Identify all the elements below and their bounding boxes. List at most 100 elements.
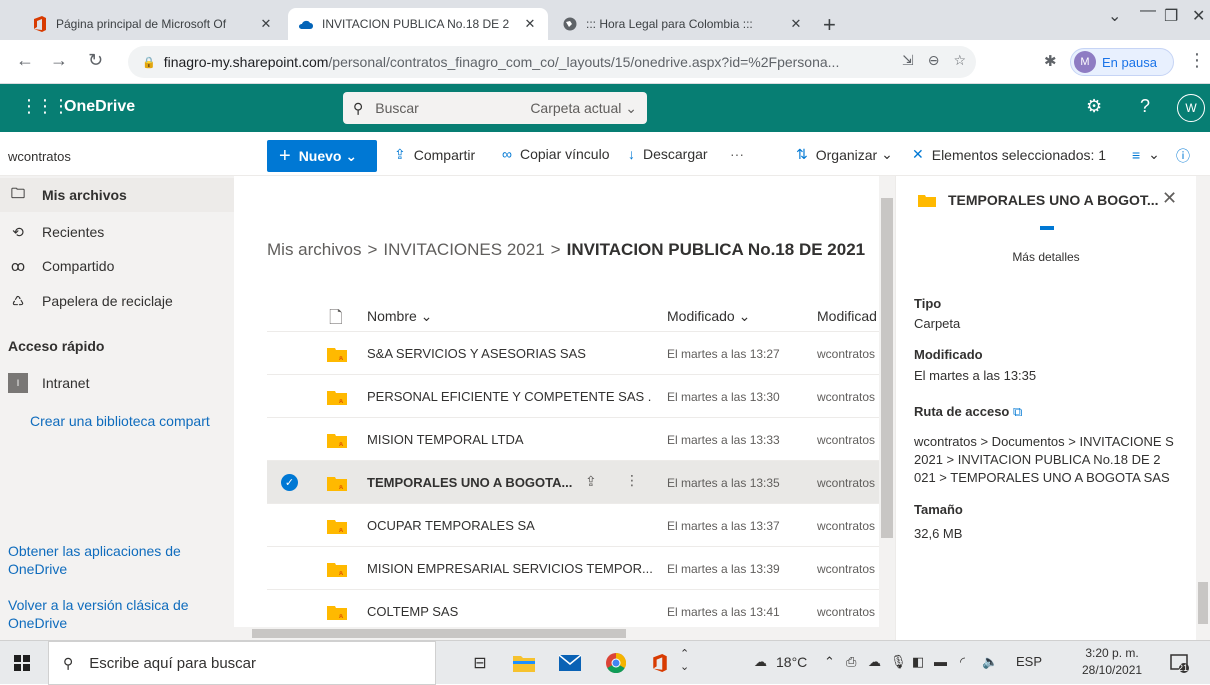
close-tab-icon[interactable]: ✕ xyxy=(522,16,538,32)
details-scrollbar[interactable] xyxy=(1196,176,1210,640)
taskbar-scroll-icon[interactable]: ⌃ ⌄ xyxy=(680,647,689,673)
table-row[interactable]: ጰ PERSONAL EFICIENTE Y COMPETENTE SAS ...… xyxy=(267,375,879,418)
column-name[interactable]: Nombre ⌄ xyxy=(367,308,432,325)
search-input[interactable]: ⚲ Buscar Carpeta actual ⌄ xyxy=(343,92,647,124)
column-modified[interactable]: Modificado ⌄ xyxy=(667,308,750,325)
weather-icon[interactable]: ☁ xyxy=(754,654,767,670)
close-window-icon[interactable]: ✕ xyxy=(1192,6,1205,26)
help-icon[interactable]: ? xyxy=(1140,96,1150,117)
tab-onedrive[interactable]: INVITACION PUBLICA No.18 DE 2 ✕ xyxy=(288,8,548,40)
chevron-down-icon[interactable]: ⌄ xyxy=(1108,6,1121,26)
copy-link-button[interactable]: ∞ Copiar vínculo xyxy=(502,146,609,162)
app-launcher-icon[interactable]: ⋮⋮⋮ xyxy=(20,96,70,117)
file-explorer-icon[interactable] xyxy=(512,651,536,675)
breadcrumb-item[interactable]: INVITACIONES 2021 xyxy=(383,240,544,259)
selected-count-button[interactable]: ✕ Elementos seleccionados: 1 xyxy=(912,146,1106,163)
file-name[interactable]: COLTEMP SAS xyxy=(367,604,458,619)
bookmark-star-icon[interactable]: ☆ xyxy=(953,52,966,69)
reload-icon[interactable]: ↻ xyxy=(88,50,103,71)
table-row[interactable]: ✓ ጰ TEMPORALES UNO A BOGOTA... ⇪ ⋮ El martes … xyxy=(267,461,879,504)
meet-now-icon[interactable]: ⎙ xyxy=(846,654,856,670)
close-tab-icon[interactable]: ✕ xyxy=(788,16,804,32)
volume-icon[interactable]: 🔈 xyxy=(982,654,998,670)
profile-button[interactable]: M En pausa xyxy=(1070,48,1174,76)
breadcrumb-item[interactable]: Mis archivos xyxy=(267,240,361,259)
temperature[interactable]: 18°C xyxy=(776,654,807,670)
nav-recycle-bin[interactable]: ♺ Papelera de reciclaje xyxy=(0,284,234,318)
onedrive-cloud-icon[interactable]: ☁ xyxy=(868,654,881,670)
browser-menu-icon[interactable]: ⋮ xyxy=(1188,50,1206,71)
battery-icon[interactable]: ▬ xyxy=(934,654,947,669)
get-apps-link[interactable]: Obtener las aplicaciones de OneDrive xyxy=(8,542,208,578)
wifi-icon[interactable]: ◜ xyxy=(960,654,965,670)
file-name[interactable]: MISION TEMPORAL LTDA xyxy=(367,432,524,447)
close-tab-icon[interactable]: ✕ xyxy=(258,16,274,32)
file-type-icon: 🗋 xyxy=(329,308,343,327)
file-name[interactable]: S&A SERVICIOS Y ASESORIAS SAS xyxy=(367,346,586,361)
tab-title: Página principal de Microsoft Of xyxy=(56,17,227,31)
tab-office-home[interactable]: Página principal de Microsoft Of ✕ xyxy=(22,8,284,40)
table-row[interactable]: ጰ OCUPAR TEMPORALES SA El martes a las 13:… xyxy=(267,504,879,547)
notifications-icon[interactable]: 21 xyxy=(1168,651,1192,675)
language-indicator[interactable]: ESP xyxy=(1016,654,1042,669)
site-name: wcontratos xyxy=(8,149,71,164)
table-row[interactable]: ጰ MISION EMPRESARIAL SERVICIOS TEMPOR... E… xyxy=(267,547,879,590)
list-hscrollbar[interactable] xyxy=(234,627,879,640)
settings-gear-icon[interactable]: ⚙ xyxy=(1086,96,1102,117)
nav-recent[interactable]: ⟲ Recientes xyxy=(0,215,234,249)
chrome-icon[interactable] xyxy=(604,651,628,675)
more-options-icon[interactable]: ⋮ xyxy=(625,472,639,489)
taskbar-search-input[interactable]: ⚲ Escribe aquí para buscar xyxy=(48,641,436,685)
app-name[interactable]: OneDrive xyxy=(64,98,135,116)
forward-icon[interactable]: → xyxy=(50,50,68,71)
column-modified-by[interactable]: Modificad xyxy=(817,308,877,324)
office-icon[interactable] xyxy=(648,651,672,675)
info-button[interactable]: ⓘ xyxy=(1176,146,1198,166)
path-label: Ruta de acceso ⧉ xyxy=(914,404,1023,419)
microphone-icon[interactable]: 🎙 xyxy=(890,654,907,670)
show-hidden-icons-icon[interactable]: ⌃ xyxy=(824,654,835,670)
table-row[interactable]: ጰ MISION TEMPORAL LTDA El martes a las 13:… xyxy=(267,418,879,461)
new-tab-icon[interactable]: + xyxy=(823,12,836,38)
checkmark-icon[interactable]: ✓ xyxy=(281,474,298,491)
share-button[interactable]: ⇪ Compartir xyxy=(394,146,475,163)
file-name[interactable]: MISION EMPRESARIAL SERVICIOS TEMPOR... xyxy=(367,561,652,576)
create-library-link[interactable]: Crear una biblioteca compart xyxy=(30,412,210,430)
more-details-icon[interactable] xyxy=(1040,226,1054,230)
search-scope-dropdown[interactable]: Carpeta actual ⌄ xyxy=(530,100,637,117)
nav-my-files[interactable]: 🗀 Mis archivos xyxy=(0,178,234,212)
classic-view-link[interactable]: Volver a la versión clásica de OneDrive xyxy=(8,596,208,632)
notification-app-icon[interactable]: ◧ xyxy=(912,654,924,670)
more-commands-button[interactable]: ··· xyxy=(730,146,744,162)
extensions-puzzle-icon[interactable]: ✱ xyxy=(1044,52,1057,70)
clock[interactable]: 3:20 p. m. 28/10/2021 xyxy=(1082,645,1142,679)
address-bar[interactable]: 🔒 finagro-my.sharepoint.com/personal/con… xyxy=(128,46,976,78)
file-name[interactable]: OCUPAR TEMPORALES SA xyxy=(367,518,535,533)
task-view-icon[interactable]: ⊟ xyxy=(468,651,492,675)
back-icon[interactable]: ← xyxy=(16,50,34,71)
maximize-icon[interactable]: ❐ xyxy=(1164,6,1178,26)
new-button[interactable]: + Nuevo ⌄ xyxy=(267,140,377,172)
copy-path-icon[interactable]: ⧉ xyxy=(1013,404,1022,419)
windows-start-icon[interactable] xyxy=(10,651,34,675)
file-name[interactable]: TEMPORALES UNO A BOGOTA... xyxy=(367,475,572,490)
account-avatar[interactable]: W xyxy=(1177,94,1205,122)
download-button[interactable]: ↓ Descargar xyxy=(628,146,708,162)
close-details-icon[interactable]: ✕ xyxy=(1162,188,1177,209)
clock-icon: ⟲ xyxy=(12,223,24,240)
view-options-button[interactable]: ≡ ⌄ xyxy=(1132,146,1160,163)
organize-button[interactable]: ⇅ Organizar ⌄ xyxy=(796,146,893,163)
nav-intranet[interactable]: I Intranet xyxy=(0,366,234,400)
list-scrollbar[interactable] xyxy=(879,176,895,640)
more-details-link[interactable]: Más detalles xyxy=(896,250,1196,264)
minimize-icon[interactable]: — xyxy=(1140,2,1156,20)
breadcrumb-current: INVITACION PUBLICA No.18 DE 2021 xyxy=(566,240,866,259)
mail-icon[interactable] xyxy=(558,651,582,675)
tab-hora-legal[interactable]: ::: Hora Legal para Colombia ::: ✕ xyxy=(552,8,814,40)
share-icon[interactable]: ⇪ xyxy=(585,473,597,490)
install-app-icon[interactable]: ⇲ xyxy=(902,52,914,69)
zoom-icon[interactable]: ⊖ xyxy=(928,52,940,69)
nav-shared[interactable]: ꝏ Compartido xyxy=(0,249,234,283)
file-name[interactable]: PERSONAL EFICIENTE Y COMPETENTE SAS ... xyxy=(367,389,652,404)
table-row[interactable]: ጰ S&A SERVICIOS Y ASESORIAS SAS El martes … xyxy=(267,332,879,375)
